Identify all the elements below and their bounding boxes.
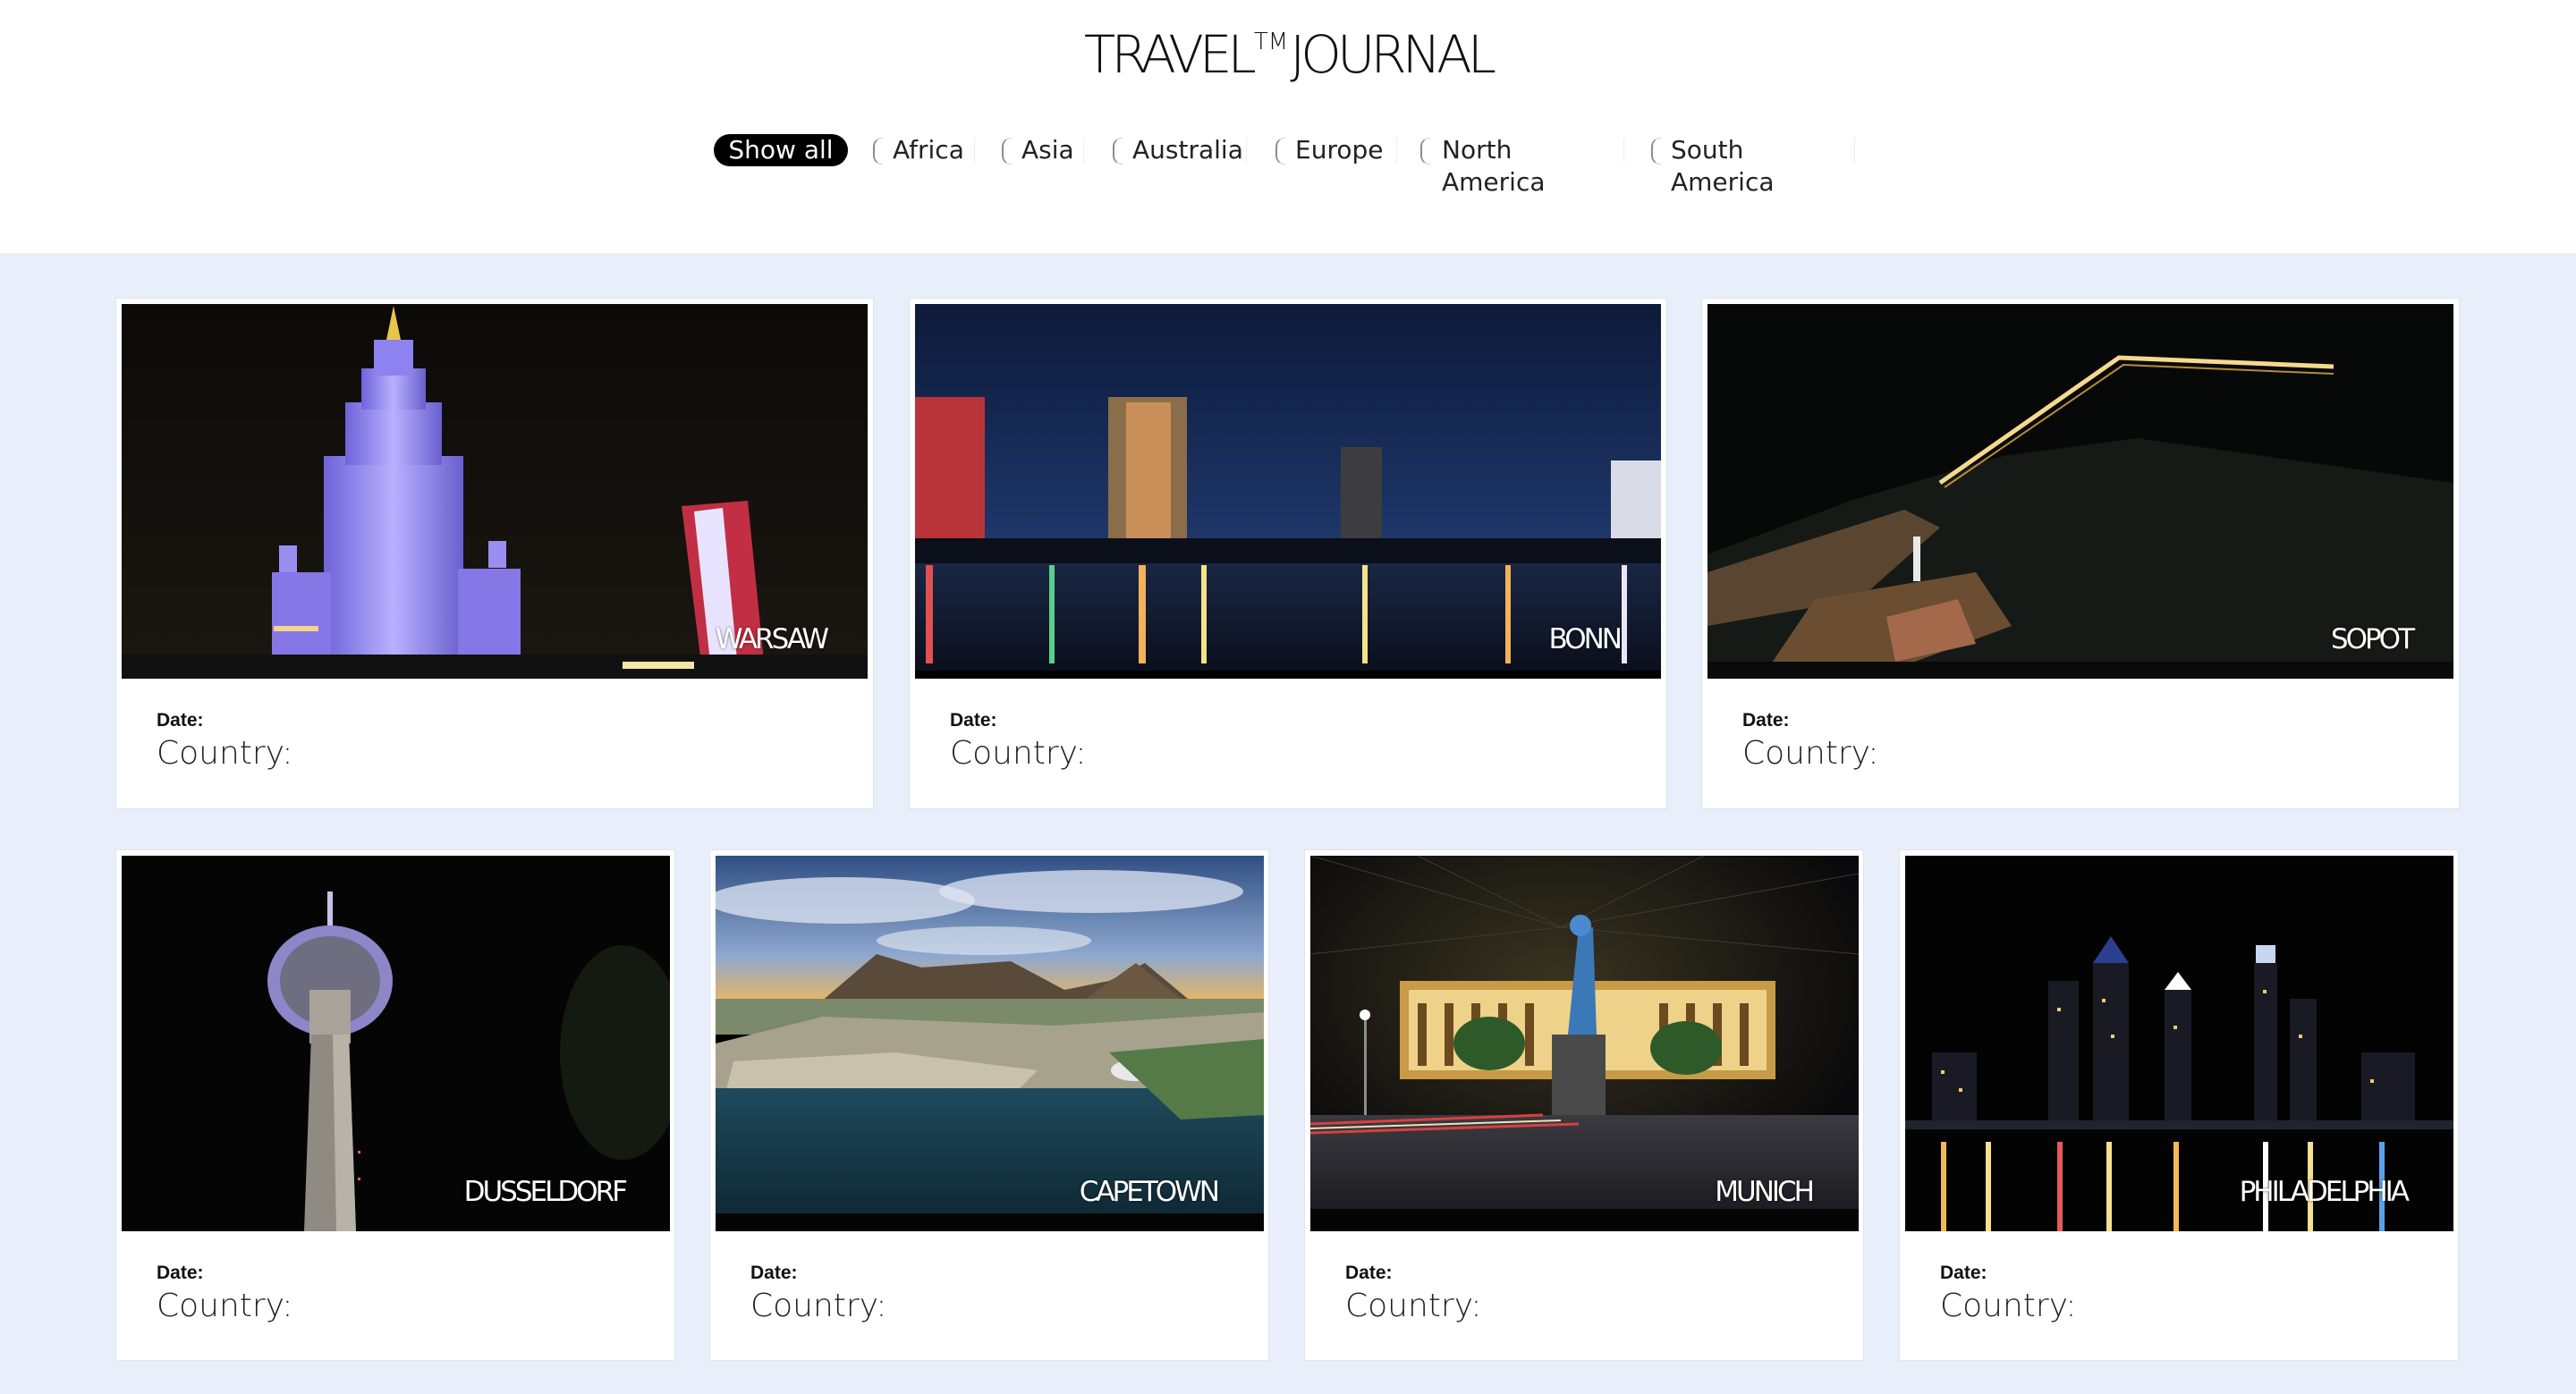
- logo-text-journal: JOURNAL: [1290, 24, 1496, 85]
- date-label: Date:: [157, 710, 204, 731]
- country-label: Country:: [1345, 1288, 1482, 1324]
- date-label: Date:: [157, 1263, 204, 1283]
- country-label: Country:: [157, 735, 293, 772]
- region-filter-bar: Show all Africa Asia Australia Europe No…: [0, 134, 2576, 197]
- site-header: TRAVELTMJOURNAL Show all Africa Asia Aus…: [0, 0, 2576, 253]
- city-name-sopot: SOPOT: [2330, 623, 2415, 655]
- city-photo-sopot: SOPOT: [1707, 304, 2453, 679]
- city-photo-munich: MUNICH: [1310, 856, 1859, 1231]
- city-photo-philadelphia: PHILADELPHIA: [1905, 856, 2453, 1231]
- filter-north-america[interactable]: North America: [1420, 134, 1624, 197]
- country-label: Country:: [750, 1288, 887, 1324]
- journal-card-philadelphia[interactable]: PHILADELPHIA Date: Country:: [1900, 850, 2458, 1360]
- journal-card-warsaw[interactable]: WARSAW Date: Country:: [116, 299, 873, 808]
- city-photo-bonn: BONN: [915, 304, 1661, 679]
- filter-europe[interactable]: Europe: [1275, 134, 1397, 166]
- city-name-bonn: BONN: [1548, 623, 1622, 655]
- city-photo-dusseldorf: DUSSELDORF: [122, 856, 670, 1231]
- city-photo-warsaw: WARSAW: [122, 304, 868, 679]
- journal-card-munich[interactable]: MUNICH Date: Country:: [1305, 850, 1863, 1360]
- city-name-capetown: CAPETOWN: [1079, 1176, 1220, 1208]
- journal-grid: WARSAW Date: Country: BONN Date: Country…: [0, 253, 2576, 1394]
- filter-asia[interactable]: Asia: [1002, 134, 1084, 166]
- date-label: Date:: [1742, 710, 1790, 731]
- journal-card-sopot[interactable]: SOPOT Date: Country:: [1702, 299, 2459, 808]
- country-label: Country:: [950, 735, 1087, 772]
- country-label: Country:: [1940, 1288, 2077, 1324]
- logo-text-travel: TRAVEL: [1083, 24, 1257, 85]
- logo-trademark: TM: [1253, 29, 1289, 55]
- filter-show-all[interactable]: Show all: [714, 134, 848, 166]
- journal-card-capetown[interactable]: CAPETOWN Date: Country:: [710, 850, 1268, 1360]
- country-label: Country:: [157, 1288, 293, 1324]
- country-label: Country:: [1742, 735, 1879, 772]
- date-label: Date:: [1940, 1263, 1987, 1283]
- filter-africa[interactable]: Africa: [873, 134, 975, 166]
- city-name-philadelphia: PHILADELPHIA: [2239, 1176, 2410, 1208]
- city-name-warsaw: WARSAW: [715, 623, 829, 655]
- filter-south-america[interactable]: South America: [1651, 134, 1855, 197]
- journal-card-dusseldorf[interactable]: DUSSELDORF Date: Country:: [116, 850, 674, 1360]
- site-logo[interactable]: TRAVELTMJOURNAL: [0, 23, 2576, 97]
- city-name-dusseldorf: DUSSELDORF: [463, 1176, 628, 1208]
- filter-australia[interactable]: Australia: [1113, 134, 1247, 166]
- city-name-munich: MUNICH: [1715, 1176, 1815, 1208]
- philadelphia-photo-illustration: [1905, 856, 2453, 1231]
- city-photo-capetown: CAPETOWN: [716, 856, 1264, 1231]
- date-label: Date:: [750, 1263, 798, 1283]
- capetown-photo-illustration: [716, 856, 1264, 1231]
- date-label: Date:: [950, 710, 997, 731]
- date-label: Date:: [1345, 1263, 1393, 1283]
- journal-card-bonn[interactable]: BONN Date: Country:: [910, 299, 1666, 808]
- munich-photo-illustration: [1310, 856, 1859, 1231]
- dusseldorf-photo-illustration: [122, 856, 670, 1231]
